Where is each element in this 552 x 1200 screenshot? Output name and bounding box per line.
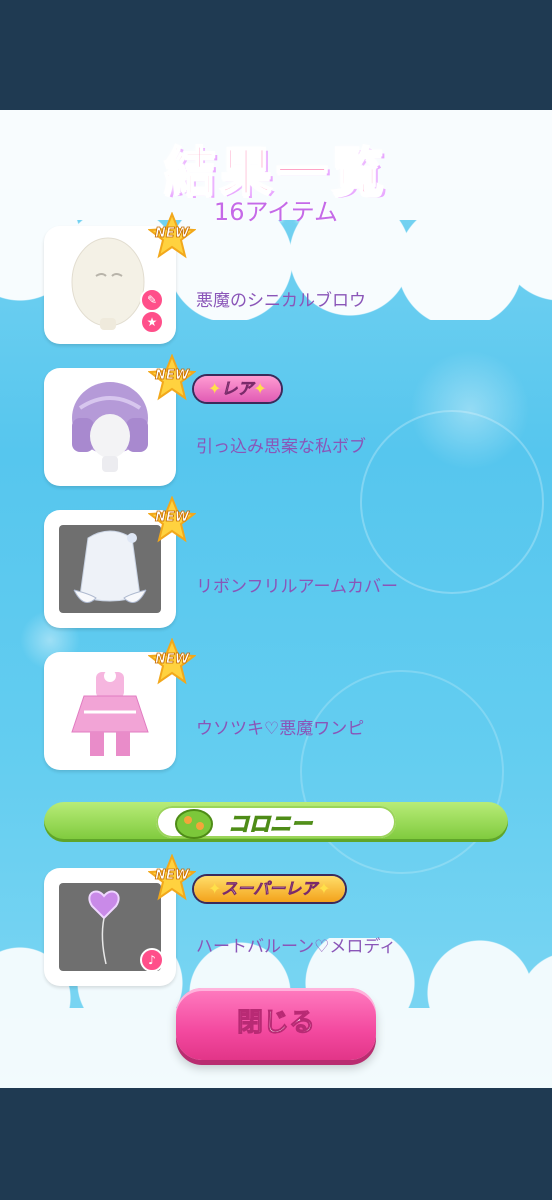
section-label: コロニー (228, 812, 313, 837)
sparkle-icon: ✦ (317, 879, 331, 898)
list-item[interactable]: ✎ ★ NEW 悪魔のシニカルブロウ (44, 211, 504, 344)
list-item[interactable]: NEW ウソツキ♡悪魔ワンピ (44, 637, 504, 770)
sparkle-icon: ✦ (208, 879, 222, 898)
music-note-icon: ♪ (140, 948, 164, 972)
new-badge: NEW (147, 853, 197, 902)
section-header: コロニー (44, 802, 508, 842)
results-panel: 結果一覧 16アイテム ✎ ★ NEW 悪魔のシニカルブロウ NEW ✦レア✦ … (0, 110, 552, 1088)
new-badge: NEW (147, 495, 197, 544)
item-name: リボンフリルアームカバー (196, 577, 398, 597)
sparkle-icon: ✦ (208, 379, 222, 398)
close-button[interactable]: 閉じる (176, 988, 376, 1060)
item-name: 引っ込み思案な私ボブ (196, 437, 366, 457)
item-name: ハートバルーン♡メロディ (196, 937, 397, 957)
star-icon: ★ (140, 310, 164, 334)
new-badge: NEW (147, 211, 197, 260)
rarity-badge: ✦レア✦ (194, 376, 281, 402)
item-name: 悪魔のシニカルブロウ (196, 291, 366, 311)
new-badge: NEW (147, 637, 197, 686)
item-count: 16アイテム (213, 198, 339, 226)
list-item[interactable]: NEW リボンフリルアームカバー (44, 495, 504, 628)
colony-icon (175, 809, 213, 839)
sparkle-icon: ✦ (253, 379, 267, 398)
item-name: ウソツキ♡悪魔ワンピ (196, 719, 365, 739)
new-badge: NEW (147, 353, 197, 402)
list-item[interactable]: ♪ NEW ✦スーパーレア✦ ハートバルーン♡メロディ (44, 853, 504, 986)
brush-icon: ✎ (140, 288, 164, 312)
rarity-badge: ✦スーパーレア✦ (194, 876, 345, 902)
list-item[interactable]: NEW ✦レア✦ 引っ込み思案な私ボブ (44, 353, 504, 486)
section-pill: コロニー (156, 806, 396, 839)
